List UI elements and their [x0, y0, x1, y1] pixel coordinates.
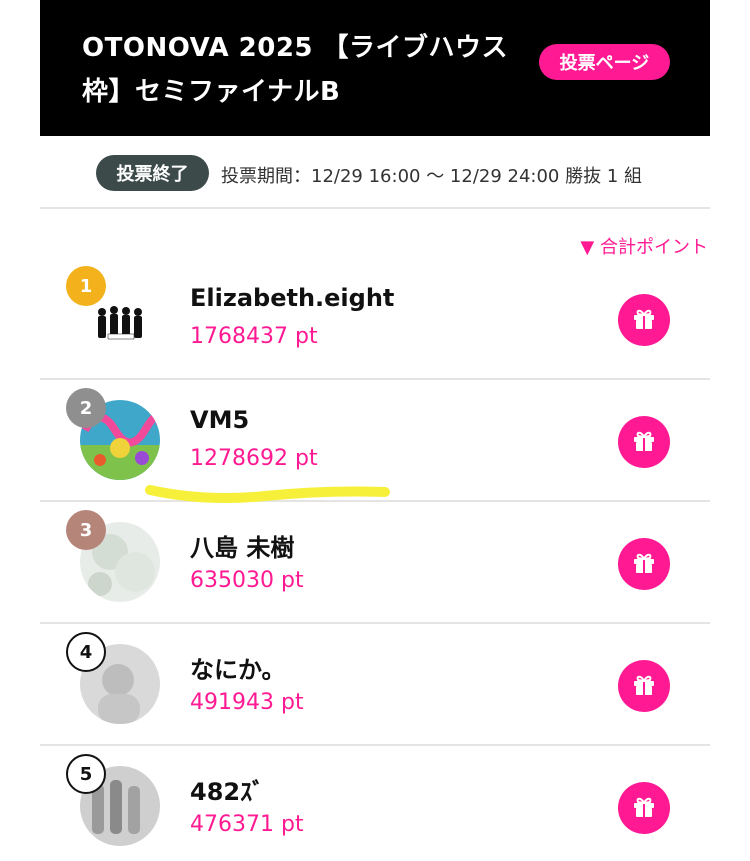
gift-button[interactable] — [618, 660, 670, 712]
rank-badge: 5 — [66, 754, 106, 794]
artist-points: 1278692 pt — [190, 446, 318, 471]
rank-badge: 2 — [66, 388, 106, 428]
ranking-item[interactable]: 5 482ｽﾞ 476371 pt — [40, 746, 710, 861]
highlight-underline — [145, 485, 390, 503]
page-title: OTONOVA 2025 【ライブハウス枠】セミファイナルB — [82, 33, 509, 107]
artist-points: 476371 pt — [190, 812, 304, 837]
voting-period: 投票期間：12/29 16:00 〜 12/29 24:00 勝抜 1 組 — [221, 166, 642, 187]
artist-name: Elizabeth.eight — [190, 284, 395, 312]
status-badge: 投票終了 — [96, 155, 209, 191]
vote-page-button[interactable]: 投票ページ — [539, 44, 670, 80]
divider — [40, 207, 710, 209]
rank-badge: 3 — [66, 510, 106, 550]
gift-button[interactable] — [618, 782, 670, 834]
page-header: OTONOVA 2025 【ライブハウス枠】セミファイナルB 投票ページ — [40, 0, 710, 136]
gift-button[interactable] — [618, 294, 670, 346]
artist-name: VM5 — [190, 406, 250, 434]
gift-icon — [631, 427, 657, 457]
gift-button[interactable] — [618, 416, 670, 468]
gift-icon — [631, 549, 657, 579]
ranking-item[interactable]: 3 八島 未樹 635030 pt — [40, 502, 710, 624]
ranking-item[interactable]: 1 Elizabeth.eight 1768437 pt — [40, 258, 710, 380]
artist-points: 635030 pt — [190, 568, 304, 593]
ranking-item[interactable]: 4 なにか。 491943 pt — [40, 624, 710, 746]
gift-icon — [631, 305, 657, 335]
artist-points: 491943 pt — [190, 690, 304, 715]
status-row: 投票終了 投票期間：12/29 16:00 〜 12/29 24:00 勝抜 1… — [40, 153, 710, 193]
gift-icon — [631, 793, 657, 823]
sort-total-points-link[interactable]: ▼ 合計ポイント — [580, 233, 708, 259]
artist-name: なにか。 — [190, 656, 286, 684]
ranking-list: 1 Elizabeth.eight 1768437 pt 2 VM5 12786… — [40, 258, 710, 861]
rank-badge: 1 — [66, 266, 106, 306]
artist-points: 1768437 pt — [190, 324, 318, 349]
gift-button[interactable] — [618, 538, 670, 590]
artist-name: 八島 未樹 — [190, 534, 295, 562]
rank-badge: 4 — [66, 632, 106, 672]
gift-icon — [631, 671, 657, 701]
artist-name: 482ｽﾞ — [190, 778, 265, 806]
